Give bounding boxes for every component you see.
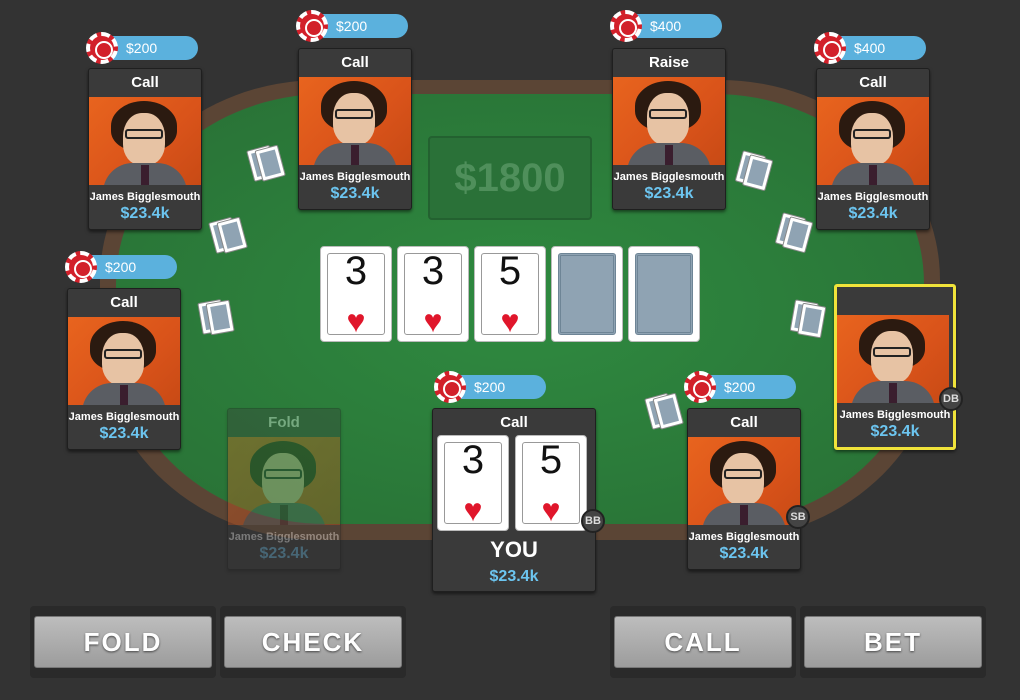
you-label: YOU [490,537,538,562]
bet-amount: $200 [105,259,137,275]
player-hole-cards-icon [789,299,828,339]
player-seat-3: Raise James Bigglesmouth $23.4k [612,48,726,210]
player-action: Fold [268,414,300,431]
bet-button[interactable]: BET [804,616,982,668]
player-seat-7-folded: Fold James Bigglesmouth $23.4k [227,408,341,570]
player-stack: $23.4k [719,545,769,562]
bet-amount: $200 [336,18,368,34]
bet-amount: $400 [854,40,886,56]
bet-pill: $200 [296,10,408,42]
player-seat-6-active: James Bigglesmouth $23.4k DB [834,284,963,450]
poker-chip-icon [65,251,97,283]
board-card-2: 3 ♥ [397,246,469,342]
poker-chip-icon [684,371,716,403]
check-button[interactable]: CHECK [224,616,402,668]
player-action: Call [500,414,528,431]
player-name: James Bigglesmouth [228,531,340,543]
bet-amount: $400 [650,18,682,34]
player-name: James Bigglesmouth [299,171,411,183]
player-stack: $23.4k [870,423,920,440]
board-card-back-4 [551,246,623,342]
bet-amount: $200 [724,379,756,395]
heart-suit-icon: ♥ [346,303,366,339]
your-hole-card-2: 5 ♥ [515,435,587,531]
player-seat-4: Call James Bigglesmouth $23.4k [816,68,930,230]
player-action: Call [859,74,887,91]
bet-pill: $200 [434,371,546,403]
avatar [613,77,725,165]
call-button[interactable]: CALL [614,616,792,668]
avatar [817,97,929,185]
bet-pill: $200 [86,32,198,64]
avatar [228,437,340,525]
your-stack: $23.4k [489,568,539,585]
pot-total: $1800 [428,136,592,220]
player-name: James Bigglesmouth [89,191,201,203]
player-action: Call [110,294,138,311]
heart-suit-icon: ♥ [541,492,561,528]
player-stack: $23.4k [259,545,309,562]
big-blind-badge: BB [581,509,605,533]
card-rank: 3 [421,249,445,293]
your-hole-card-1: 3 ♥ [437,435,509,531]
player-action: Raise [648,54,690,71]
player-stack: $23.4k [330,185,380,202]
player-name: James Bigglesmouth [613,171,725,183]
player-stack: $23.4k [848,205,898,222]
avatar [299,77,411,165]
board-card-3: 5 ♥ [474,246,546,342]
avatar [89,97,201,185]
player-action: Call [341,54,369,71]
bet-pill: $400 [610,10,722,42]
player-stack: $23.4k [120,205,170,222]
card-rank: 5 [498,249,522,293]
player-seat-1: Call James Bigglesmouth $23.4k [88,68,202,230]
bet-pill: $200 [65,251,177,283]
avatar [68,317,180,405]
player-name: James Bigglesmouth [839,409,951,421]
player-name: James Bigglesmouth [688,531,800,543]
poker-chip-icon [610,10,642,42]
player-action [837,287,953,315]
player-name: James Bigglesmouth [817,191,929,203]
fold-button[interactable]: FOLD [34,616,212,668]
poker-chip-icon [296,10,328,42]
player-seat-5: Call James Bigglesmouth $23.4k [67,288,181,450]
bet-amount: $200 [126,40,158,56]
small-blind-badge: SB [786,505,810,529]
player-name: James Bigglesmouth [68,411,180,423]
player-stack: $23.4k [99,425,149,442]
card-rank: 3 [344,249,368,293]
card-rank: 3 [461,438,485,482]
heart-suit-icon: ♥ [423,303,443,339]
bet-pill: $400 [814,32,926,64]
heart-suit-icon: ♥ [463,492,483,528]
dealer-button-badge: DB [939,387,963,411]
player-hole-cards-icon [197,297,236,336]
poker-chip-icon [814,32,846,64]
player-action: Call [730,414,758,431]
bet-pill: $200 [684,371,796,403]
avatar [688,437,800,525]
board-card-back-5 [628,246,700,342]
board-card-1: 3 ♥ [320,246,392,342]
poker-chip-icon [434,371,466,403]
player-action: Call [131,74,159,91]
player-stack: $23.4k [644,185,694,202]
heart-suit-icon: ♥ [500,303,520,339]
player-seat-you: Call 3 ♥ 5 ♥ BB YOU $23.4k [432,408,605,592]
card-rank: 5 [539,438,563,482]
player-seat-8: Call James Bigglesmouth $23.4k SB [687,408,810,570]
poker-chip-icon [86,32,118,64]
avatar [837,315,949,403]
player-seat-2: Call James Bigglesmouth $23.4k [298,48,412,210]
bet-amount: $200 [474,379,506,395]
